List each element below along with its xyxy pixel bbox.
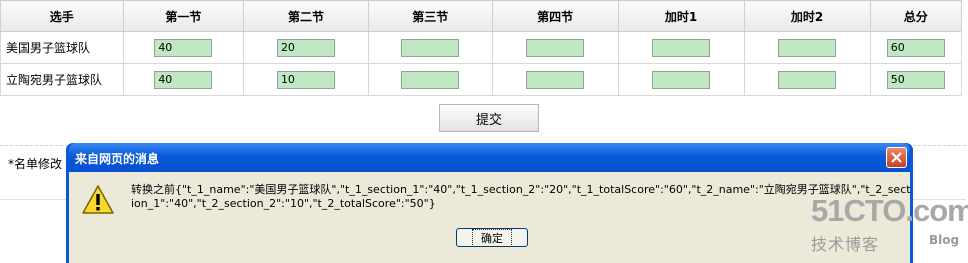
dialog-message: 转换之前{"t_1_name":"美国男子篮球队","t_1_section_1… [131, 183, 911, 210]
close-icon [891, 152, 902, 163]
watermark-sub-text: 技术博客 [811, 235, 880, 254]
score-input-section-1[interactable] [154, 70, 213, 89]
score-input-section-1[interactable] [154, 38, 213, 57]
dialog-body: 转换之前{"t_1_name":"美国男子篮球队","t_1_section_1… [69, 172, 911, 263]
score-input-overtime-1[interactable] [652, 38, 711, 57]
table-row: 立陶宛男子篮球队 [0, 63, 963, 96]
score-input-section-4[interactable] [526, 70, 585, 89]
warning-icon [82, 185, 114, 214]
score-input-overtime-2[interactable] [778, 70, 837, 89]
header-total: 总分 [869, 0, 963, 32]
score-table: 选手 第一节 第二节 第三节 第四节 加时1 加时2 总分 美国男子篮球队 立陶… [0, 0, 963, 96]
ok-button-label: 确定 [472, 229, 512, 247]
watermark-blog-text: Blog [929, 233, 960, 247]
dialog-titlebar[interactable]: 来自网页的消息 [69, 143, 910, 172]
score-input-section-2[interactable] [276, 70, 335, 89]
table-row: 美国男子篮球队 [0, 31, 963, 64]
score-input-section-3[interactable] [401, 38, 460, 57]
submit-button[interactable]: 提交 [439, 104, 539, 132]
alert-dialog: 来自网页的消息 转换之前{"t_1_name":"美国男子篮球队","t_1_s… [66, 143, 913, 263]
score-input-overtime-1[interactable] [652, 70, 711, 89]
header-overtime-1: 加时1 [617, 0, 745, 32]
score-input-overtime-2[interactable] [778, 38, 837, 57]
header-player: 选手 [0, 0, 124, 32]
score-input-section-3[interactable] [401, 70, 460, 89]
score-input-total[interactable] [886, 38, 945, 57]
score-input-total[interactable] [886, 70, 945, 89]
ok-button[interactable]: 确定 [456, 228, 528, 247]
watermark-main-text: 51CTO.com [811, 193, 968, 228]
watermark-logo: 51CTO.com 技术博客 Blog [807, 193, 968, 255]
header-section-4: 第四节 [491, 0, 619, 32]
table-header-row: 选手 第一节 第二节 第三节 第四节 加时1 加时2 总分 [0, 0, 963, 32]
roster-edit-note: *名单修改 [8, 157, 63, 171]
score-input-section-4[interactable] [526, 38, 585, 57]
score-input-section-2[interactable] [276, 38, 335, 57]
header-section-2: 第二节 [243, 0, 369, 32]
header-overtime-2: 加时2 [743, 0, 871, 32]
dialog-title: 来自网页的消息 [75, 152, 160, 166]
header-section-3: 第三节 [367, 0, 493, 32]
team-name: 美国男子篮球队 [0, 31, 124, 64]
close-button[interactable] [886, 147, 907, 168]
header-section-1: 第一节 [122, 0, 245, 32]
team-name: 立陶宛男子篮球队 [0, 63, 124, 96]
